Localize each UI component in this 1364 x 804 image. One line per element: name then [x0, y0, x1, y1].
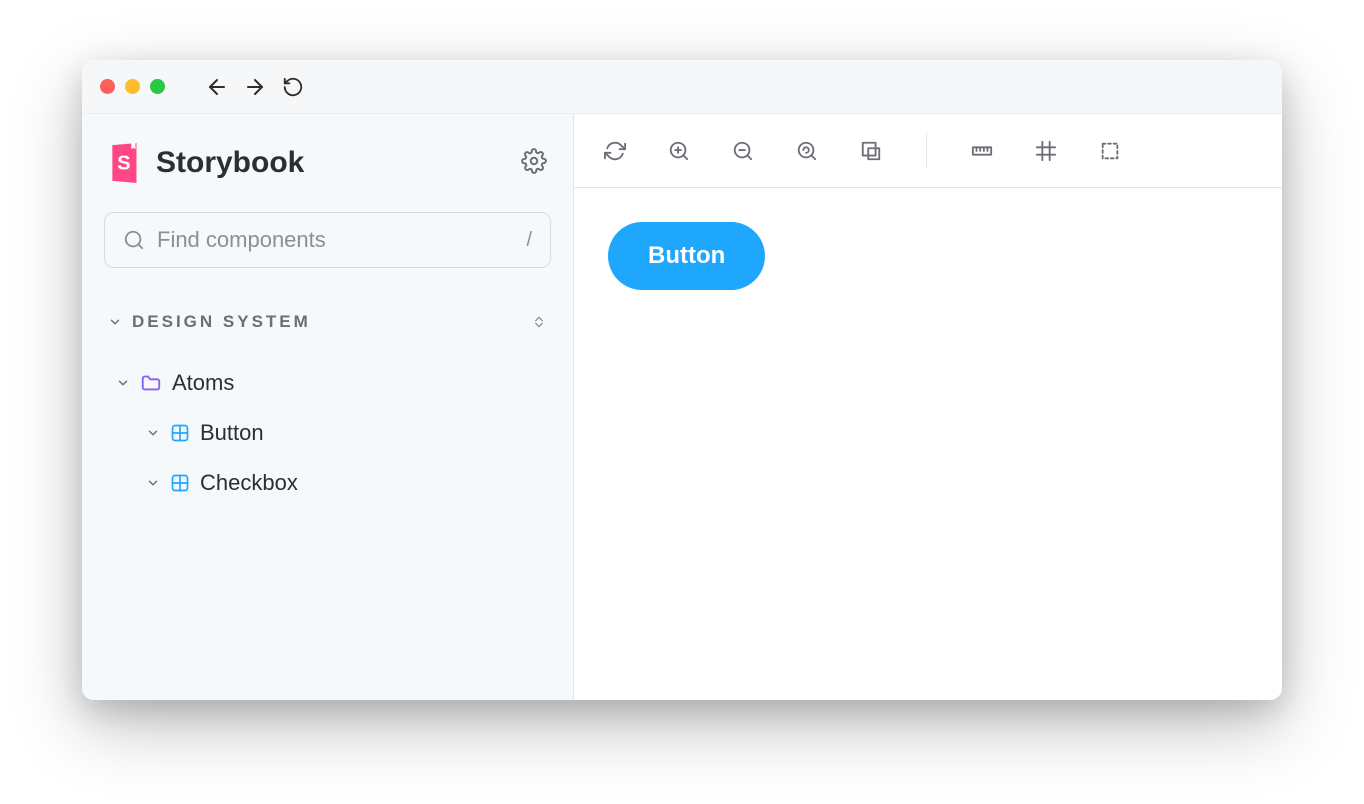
section-header[interactable]: DESIGN SYSTEM	[104, 312, 551, 332]
refresh-icon	[282, 76, 304, 98]
zoom-in-button[interactable]	[664, 136, 694, 166]
titlebar	[82, 60, 1282, 114]
sidebar: S Storybook / DESIGN SYSTEM	[82, 114, 574, 700]
brand-row: S Storybook	[104, 142, 551, 184]
chevron-down-icon	[146, 426, 160, 440]
chevron-down-icon	[108, 315, 122, 329]
zoom-reset-icon	[796, 140, 818, 162]
storybook-logo-icon: S	[108, 142, 144, 184]
svg-text:S: S	[117, 152, 130, 174]
zoom-reset-button[interactable]	[792, 136, 822, 166]
window-controls	[100, 79, 165, 94]
measure-button[interactable]	[967, 136, 997, 166]
search-input[interactable]	[157, 227, 514, 253]
arrow-right-icon	[243, 75, 267, 99]
zoom-in-icon	[668, 140, 690, 162]
tree-item-label: Checkbox	[200, 470, 298, 496]
tree-item-label: Button	[200, 420, 264, 446]
sort-icon[interactable]	[531, 314, 547, 330]
viewport-icon	[860, 140, 882, 162]
search-box[interactable]: /	[104, 212, 551, 268]
back-button[interactable]	[203, 73, 231, 101]
tree-item-atoms[interactable]: Atoms	[104, 358, 551, 408]
content-area: S Storybook / DESIGN SYSTEM	[82, 114, 1282, 700]
chevron-down-icon	[116, 376, 130, 390]
slash-shortcut-hint: /	[526, 229, 532, 252]
outline-button[interactable]	[1095, 136, 1125, 166]
sync-icon	[604, 140, 626, 162]
app-window: S Storybook / DESIGN SYSTEM	[82, 60, 1282, 700]
gear-icon	[521, 148, 547, 174]
brand: S Storybook	[108, 142, 304, 184]
component-icon	[170, 473, 190, 493]
demo-button[interactable]: Button	[608, 222, 765, 290]
zoom-out-button[interactable]	[728, 136, 758, 166]
close-window-button[interactable]	[100, 79, 115, 94]
tree-item-checkbox[interactable]: Checkbox	[104, 458, 551, 508]
component-icon	[170, 423, 190, 443]
chevron-down-icon	[146, 476, 160, 490]
folder-icon	[140, 372, 162, 394]
ruler-icon	[971, 140, 993, 162]
viewport-button[interactable]	[856, 136, 886, 166]
refresh-button[interactable]	[279, 73, 307, 101]
grid-icon	[1035, 140, 1057, 162]
grid-button[interactable]	[1031, 136, 1061, 166]
tree-item-label: Atoms	[172, 370, 234, 396]
toolbar-divider	[926, 133, 927, 169]
forward-button[interactable]	[241, 73, 269, 101]
canvas: Button	[574, 188, 1282, 700]
outline-icon	[1099, 140, 1121, 162]
minimize-window-button[interactable]	[125, 79, 140, 94]
brand-name: Storybook	[156, 146, 304, 180]
toolbar	[574, 114, 1282, 188]
arrow-left-icon	[205, 75, 229, 99]
main-panel: Button	[574, 114, 1282, 700]
zoom-out-icon	[732, 140, 754, 162]
settings-button[interactable]	[521, 148, 547, 179]
section-title: DESIGN SYSTEM	[132, 312, 311, 332]
sync-button[interactable]	[600, 136, 630, 166]
maximize-window-button[interactable]	[150, 79, 165, 94]
tree-item-button[interactable]: Button	[104, 408, 551, 458]
search-icon	[123, 229, 145, 251]
